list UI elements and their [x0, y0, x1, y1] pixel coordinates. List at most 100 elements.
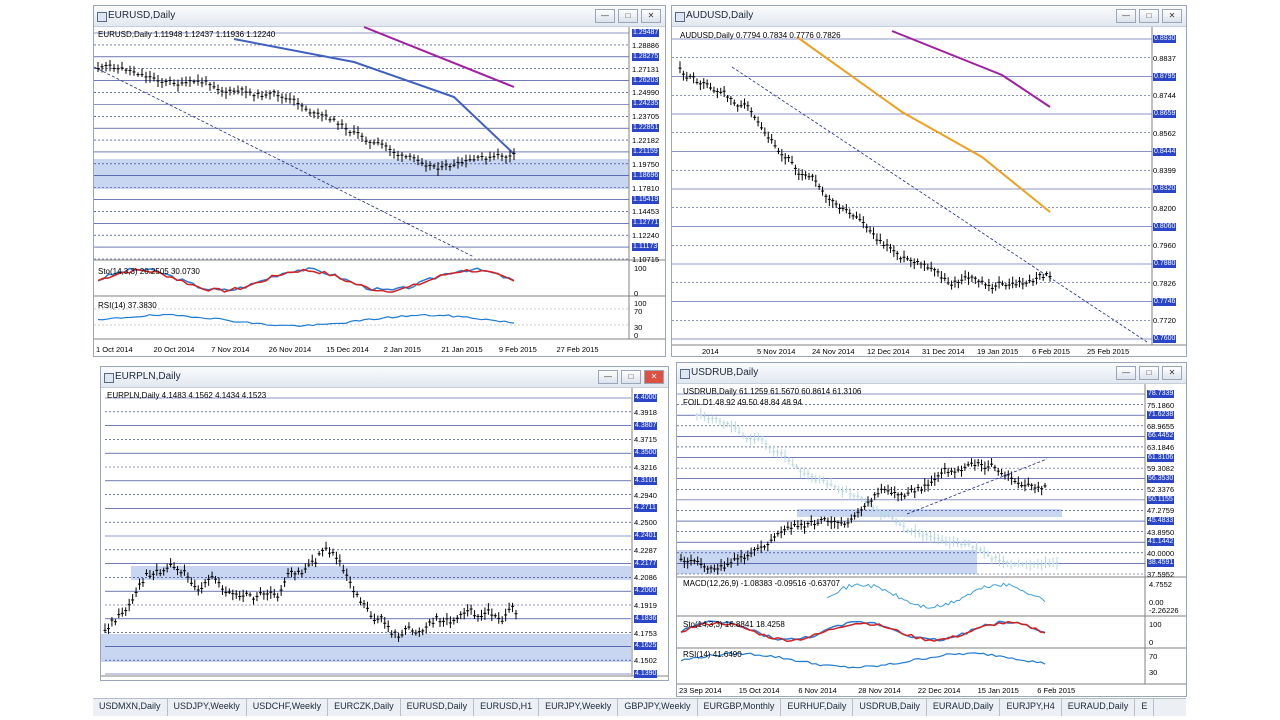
price-label: 4.3918	[634, 407, 657, 417]
date-label: 6 Feb 2015	[1037, 686, 1076, 695]
price-label: 50.1155	[1147, 495, 1174, 504]
price-label: 1.22851	[632, 124, 660, 133]
usdrub-rsi-70: 70	[1149, 652, 1158, 661]
date-label: 28 Nov 2014	[279, 680, 322, 681]
price-label: 78.7339	[1147, 390, 1175, 398]
usdrub-chart[interactable]: USDRUB,Daily 61.1259 61.5670 60.8614 61.…	[677, 384, 1186, 696]
usdrub-stoch-0: 0	[1149, 638, 1154, 647]
eurusd-titlebar[interactable]: EURUSD,Daily — □ ✕	[94, 6, 665, 27]
close-button[interactable]: ✕	[644, 370, 664, 384]
date-label: 15 Dec 2014	[326, 345, 369, 354]
eurpln-title: EURPLN,Daily	[115, 371, 181, 382]
price-label: 1.18696	[632, 171, 660, 180]
price-label: 1.14453	[632, 207, 660, 217]
chart-tab[interactable]: EURJPY,H4	[1000, 699, 1062, 716]
price-label: 4.2500	[634, 518, 657, 528]
maximize-button[interactable]: □	[618, 9, 638, 23]
chart-tab[interactable]: EURHUF,Daily	[781, 699, 854, 716]
usdrub-window[interactable]: USDRUB,Daily — □ ✕ USDRUB,Daily 61.1259 …	[676, 362, 1187, 697]
date-label: 28 Nov 2014	[858, 686, 901, 695]
price-label: 0.7720	[1153, 316, 1176, 326]
usdrub-foil-header: FOIL D1 48.92 49.50 48.84 48.94	[683, 398, 802, 407]
date-label: 6 Nov 2014	[798, 686, 837, 695]
chart-tab[interactable]: EURUSD,Daily	[401, 699, 475, 716]
price-label: 4.1836	[634, 614, 658, 623]
maximize-button[interactable]: □	[621, 370, 641, 384]
maximize-button[interactable]: □	[1139, 366, 1159, 380]
price-label: 1.29487	[632, 29, 660, 37]
moving-average-orange	[796, 36, 1051, 213]
date-label: 5 Nov 2014	[757, 347, 796, 356]
price-label: 71.6238	[1147, 411, 1175, 420]
chart-tab[interactable]: USDRUB,Daily	[853, 699, 927, 716]
price-label: 61.3106	[1147, 453, 1175, 462]
price-label: 1.12240	[632, 231, 660, 241]
chart-tab[interactable]: EURJPY,Weekly	[539, 699, 619, 716]
usdrub-rsi-header: RSI(14) 41.6490	[683, 650, 742, 659]
minimize-button[interactable]: —	[595, 9, 615, 23]
minimize-button[interactable]: —	[1116, 366, 1136, 380]
support-zone	[677, 550, 977, 574]
date-label: 23 Jan 2015	[454, 680, 495, 681]
audusd-chart[interactable]: AUDUSD,Daily 0.7794 0.7834 0.7776 0.7826…	[672, 27, 1186, 356]
moving-average-blue	[233, 38, 515, 155]
audusd-title: AUDUSD,Daily	[686, 10, 754, 21]
chart-tab[interactable]: EURUSD,H1	[474, 699, 540, 716]
price-label: 0.8399	[1153, 166, 1176, 176]
macd-signal-line	[826, 582, 1046, 609]
macd-level-top: 4.7552	[1149, 580, 1172, 589]
chart-tab[interactable]: EURGBP,Monthly	[698, 699, 782, 716]
minimize-button[interactable]: —	[1116, 9, 1136, 23]
chart-window-icon	[104, 373, 114, 383]
eurusd-header: EURUSD,Daily 1.11948 1.12437 1.11936 1.1…	[98, 30, 276, 39]
chart-tab[interactable]: EURAUD,Daily	[1062, 699, 1136, 716]
eurpln-window[interactable]: EURPLN,Daily — □ ✕ EURPLN,Daily 4.1483 4…	[100, 366, 669, 681]
eurusd-rsi-header: RSI(14) 37.3830	[98, 301, 157, 310]
chart-tab[interactable]: GBPJPY,Weekly	[618, 699, 698, 716]
price-label: 66.4452	[1147, 432, 1175, 441]
date-label: 10 Nov 2014	[220, 680, 263, 681]
price-label: 4.2287	[634, 545, 657, 555]
usdrub-title: USDRUB,Daily	[691, 367, 759, 378]
eurpln-chart[interactable]: EURPLN,Daily 4.1483 4.1562 4.1434 4.1523…	[101, 388, 668, 680]
price-label: 4.1753	[634, 628, 657, 638]
minimize-button[interactable]: —	[598, 370, 618, 384]
price-label: 1.11173	[632, 243, 659, 252]
maximize-button[interactable]: □	[1139, 9, 1159, 23]
price-label: 1.12771	[632, 219, 660, 228]
price-label: 0.8795	[1153, 72, 1177, 81]
eurusd-chart[interactable]: EURUSD,Daily 1.11948 1.12437 1.11936 1.1…	[94, 26, 665, 356]
close-button[interactable]: ✕	[1162, 366, 1182, 380]
price-label: 0.8930	[1153, 35, 1177, 43]
chart-tab[interactable]: USDCHF,Weekly	[247, 699, 329, 716]
price-label: 4.4000	[634, 394, 658, 402]
chart-tab[interactable]: E	[1135, 699, 1155, 716]
price-label: 4.3807	[634, 421, 658, 430]
price-label: 4.3500	[634, 449, 658, 458]
usdrub-titlebar[interactable]: USDRUB,Daily — □ ✕	[677, 363, 1186, 384]
chart-tab[interactable]: USDMXN,Daily	[93, 699, 168, 716]
price-label: 1.27131	[632, 64, 660, 74]
rsi-line	[97, 313, 515, 327]
date-label: 22 Oct 2014	[162, 680, 203, 681]
close-button[interactable]: ✕	[1162, 9, 1182, 23]
price-label: 4.1390	[634, 670, 658, 678]
close-button[interactable]: ✕	[641, 9, 661, 23]
date-label: 25 Feb 2015	[1087, 347, 1130, 356]
usdrub-price-chart	[677, 384, 1186, 685]
price-label: 37.5952	[1147, 570, 1175, 579]
price-label: 1.23705	[632, 112, 660, 122]
eurpln-titlebar[interactable]: EURPLN,Daily — □ ✕	[101, 367, 668, 388]
audusd-window[interactable]: AUDUSD,Daily — □ ✕ AUDUSD,Daily 0.7794 0…	[671, 5, 1187, 357]
date-label: 9 Feb 2015	[498, 345, 537, 354]
chart-tab[interactable]: USDJPY,Weekly	[168, 699, 247, 716]
price-label: 1.24990	[632, 88, 660, 98]
stoch-level-100: 100	[634, 264, 647, 273]
chart-tab[interactable]: EURCZK,Daily	[328, 699, 401, 716]
chart-tab[interactable]: EURAUD,Daily	[927, 699, 1001, 716]
date-label: 2014	[702, 347, 719, 356]
audusd-titlebar[interactable]: AUDUSD,Daily — □ ✕	[672, 6, 1186, 27]
eurusd-window[interactable]: EURUSD,Daily — □ ✕ EURUSD,Daily 1.11948 …	[93, 5, 666, 357]
price-label: 0.8060	[1153, 222, 1177, 231]
price-label: 47.2759	[1147, 506, 1175, 516]
